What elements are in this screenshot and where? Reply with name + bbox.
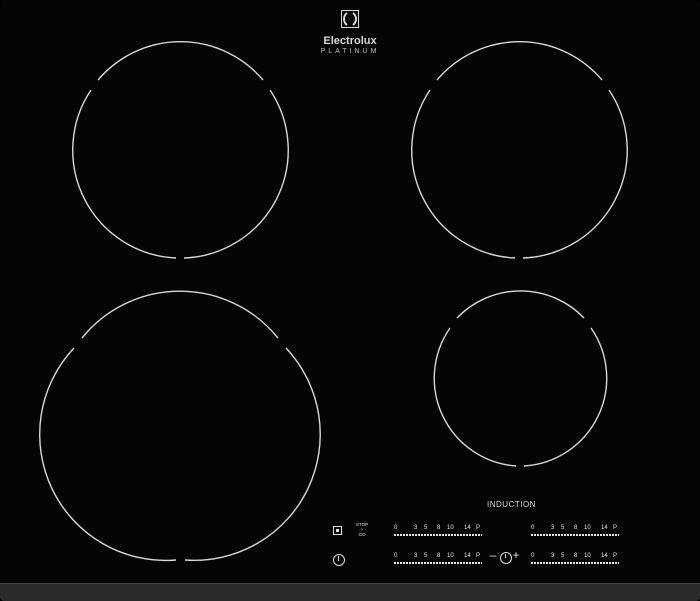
slider-tick: 8 xyxy=(437,525,441,531)
slider-track[interactable] xyxy=(394,534,482,536)
slider-track[interactable] xyxy=(394,562,482,564)
slider-tick: 14 xyxy=(464,525,471,531)
brand-logo: Electrolux PLATINUM xyxy=(300,10,400,55)
slider-tick: P xyxy=(613,525,618,531)
power-slider-top-right[interactable]: 0 3 5 8 10 14 P xyxy=(531,525,621,539)
slider-scale: 0 3 5 8 10 14 P xyxy=(531,525,621,533)
power-slider-bottom-right[interactable]: 0 3 5 8 10 14 P xyxy=(531,553,621,567)
slider-tick: 0 xyxy=(531,525,535,531)
zone-arc xyxy=(433,327,517,467)
zone-arc xyxy=(436,40,603,81)
slider-tick: 5 xyxy=(561,525,565,531)
cooking-zone-top-left[interactable] xyxy=(72,40,289,259)
zone-arc xyxy=(81,290,279,339)
slider-tick: 5 xyxy=(424,525,428,531)
zone-arc xyxy=(411,89,516,259)
slider-scale: 0 3 5 8 10 14 P xyxy=(394,525,484,533)
brand-name: Electrolux xyxy=(323,35,377,47)
zone-arc xyxy=(523,327,608,467)
slider-tick: 3 xyxy=(551,525,555,531)
slider-tick: 3 xyxy=(551,553,555,559)
slider-tick: 0 xyxy=(394,525,398,531)
slider-tick: 10 xyxy=(584,525,591,531)
lock-icon[interactable] xyxy=(333,526,342,535)
front-edge xyxy=(0,583,700,601)
slider-scale: 0 3 5 8 10 14 P xyxy=(531,553,621,561)
zone-arc xyxy=(183,89,289,259)
electrolux-logo-icon xyxy=(341,10,359,28)
slider-tick: 0 xyxy=(531,553,535,559)
slider-track[interactable] xyxy=(531,534,619,536)
cooktop-panel: Electrolux PLATINUM INDUCTION STOP + GO … xyxy=(0,0,700,601)
slider-tick: 14 xyxy=(464,553,471,559)
cooking-zone-top-right[interactable] xyxy=(411,40,628,259)
timer-plus-button[interactable]: + xyxy=(511,549,521,561)
series-name: PLATINUM xyxy=(320,48,380,55)
induction-label: INDUCTION xyxy=(487,500,536,509)
slider-tick: 10 xyxy=(584,553,591,559)
slider-tick: P xyxy=(613,553,618,559)
slider-tick: 5 xyxy=(561,553,565,559)
power-icon[interactable] xyxy=(333,554,345,566)
slider-tick: P xyxy=(476,525,481,531)
slider-tick: 8 xyxy=(574,553,578,559)
slider-tick: 5 xyxy=(424,553,428,559)
zone-arc xyxy=(184,347,321,562)
stop-go-button[interactable]: STOP + GO xyxy=(352,522,372,537)
slider-tick: 0 xyxy=(394,553,398,559)
timer-minus-button[interactable]: – xyxy=(488,549,498,561)
slider-tick: 10 xyxy=(447,553,454,559)
slider-tick: 14 xyxy=(601,525,608,531)
stop-go-line3: GO xyxy=(358,532,366,537)
slider-scale: 0 3 5 8 10 14 P xyxy=(394,553,484,561)
zone-arc xyxy=(39,347,177,562)
slider-tick: 3 xyxy=(414,553,418,559)
cooking-zone-bottom-left[interactable] xyxy=(39,290,321,562)
cooking-zone-bottom-right[interactable] xyxy=(433,290,608,467)
zone-arc xyxy=(522,89,628,259)
slider-tick: P xyxy=(476,553,481,559)
cooking-zones xyxy=(39,40,628,562)
slider-tick: 14 xyxy=(601,553,608,559)
zone-arc xyxy=(72,89,177,259)
zone-arc xyxy=(456,290,585,319)
power-slider-top-left[interactable]: 0 3 5 8 10 14 P xyxy=(394,525,484,539)
slider-tick: 8 xyxy=(437,553,441,559)
slider-track[interactable] xyxy=(531,562,619,564)
slider-tick: 10 xyxy=(447,525,454,531)
power-slider-bottom-left[interactable]: 0 3 5 8 10 14 P xyxy=(394,553,484,567)
zone-arc xyxy=(97,40,264,81)
slider-tick: 3 xyxy=(414,525,418,531)
slider-tick: 8 xyxy=(574,525,578,531)
